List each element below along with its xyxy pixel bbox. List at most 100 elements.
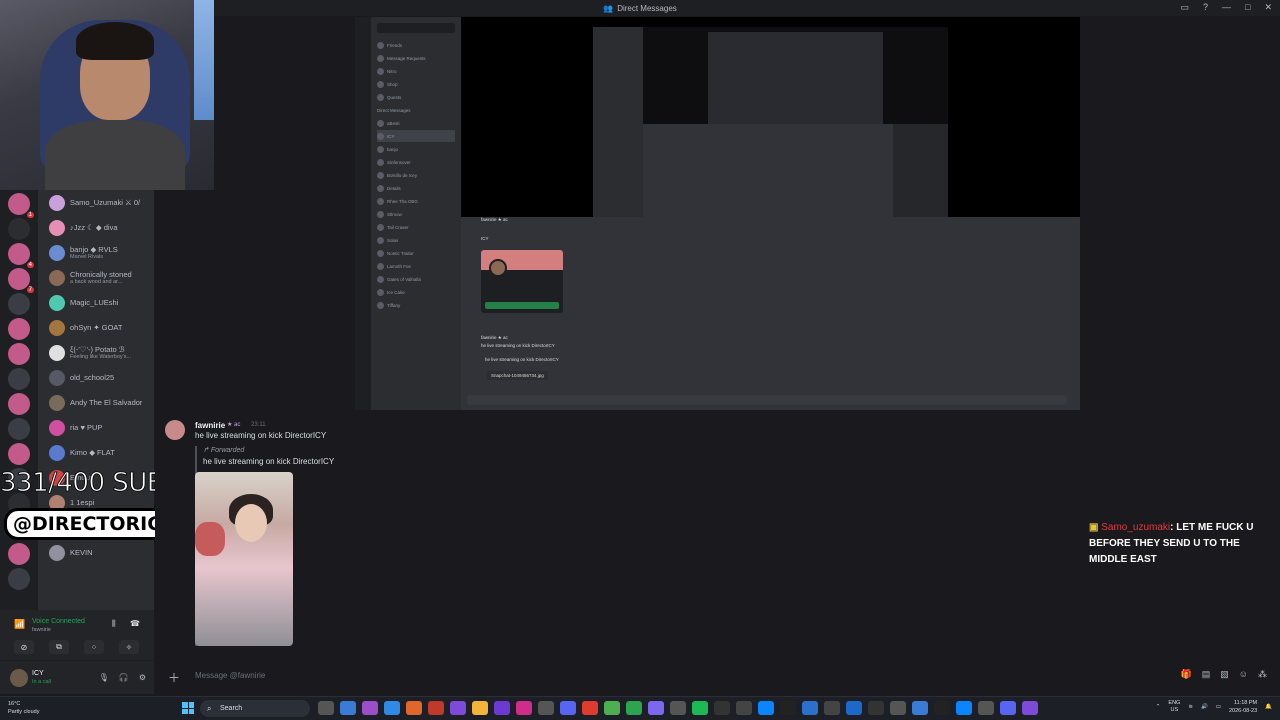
app-icon[interactable] [516,701,532,715]
app-icon[interactable] [824,701,840,715]
message-author[interactable]: fawnirie [195,421,225,430]
list-item[interactable]: Chronically stoned a back wood and ar... [38,265,154,290]
gif-icon[interactable]: ▤ [1202,669,1211,680]
app-icon[interactable] [956,701,972,715]
server-icon[interactable] [8,418,30,440]
app-icon[interactable] [428,701,444,715]
disconnect-icon[interactable]: ☎ [130,619,140,628]
forwarded-image[interactable] [195,472,293,646]
clock[interactable]: 11:18 PM 2026-08-23 [1229,699,1257,715]
app-icon[interactable] [802,701,818,715]
server-icon[interactable] [8,543,30,565]
message-composer[interactable]: ＋ Message @fawnirie 🎁 ▤ ▧ ☺ ⁂ [160,666,1275,688]
screen-share-icon[interactable]: ⧉ [49,640,69,654]
sticker-icon[interactable]: ▧ [1220,669,1229,680]
gift-icon[interactable]: 🎁 [1181,669,1192,680]
server-icon[interactable] [8,293,30,315]
camera-off-icon[interactable]: ⊘ [14,640,34,654]
app-icon[interactable] [692,701,708,715]
wifi-icon[interactable]: ≋ [1188,704,1193,710]
server-icon[interactable] [8,393,30,415]
volume-icon[interactable]: 🔊 [1201,704,1208,710]
maximize-button[interactable]: □ [1245,2,1250,13]
app-icon[interactable] [736,701,752,715]
app-icon[interactable] [978,701,994,715]
apps-icon[interactable]: ⁂ [1258,669,1267,680]
emoji-icon[interactable]: ☺ [1239,669,1248,680]
app-icon[interactable] [384,701,400,715]
server-icon[interactable] [8,343,30,365]
add-attachment-button[interactable]: ＋ [168,669,180,686]
mic-icon[interactable]: 🎙 [99,673,109,682]
list-item[interactable]: KEVIN [38,540,154,565]
settings-icon[interactable]: ⚙ [139,673,146,682]
webcam-overlay [0,0,214,190]
app-icon[interactable] [560,701,576,715]
help-icon[interactable]: ? [1203,2,1208,13]
inbox-icon[interactable]: ▭ [1180,2,1189,13]
soundboard-icon[interactable]: ✧ [119,640,139,654]
shared-row: Solas [377,234,455,246]
list-item[interactable]: Magic_LUEshi [38,290,154,315]
app-icon[interactable] [780,701,796,715]
list-item[interactable]: old_school25 [38,365,154,390]
avatar[interactable] [10,669,28,687]
battery-icon[interactable]: ▭ [1216,704,1221,710]
shared-dm-list: Friends Message Requests Nitro Shop Ques… [371,17,461,410]
app-icon[interactable] [912,701,928,715]
activities-icon[interactable]: ⁘ [84,640,104,654]
app-icon[interactable] [472,701,488,715]
app-icon[interactable] [538,701,554,715]
weather-widget[interactable]: 16°C Partly cloudy [8,700,40,716]
list-item[interactable]: Samo_Uzumaki ⚔ 0/ [38,190,154,215]
server-icon[interactable] [8,318,30,340]
app-icon[interactable] [626,701,642,715]
app-icon[interactable] [1000,701,1016,715]
server-icon[interactable]: 4 [8,243,34,268]
app-icon[interactable] [868,701,884,715]
app-icon[interactable] [1022,701,1038,715]
headphones-icon[interactable]: 🎧 [119,673,129,682]
voice-channel[interactable]: fawnirie [32,627,51,633]
list-item[interactable]: Andy The El Salvador [38,390,154,415]
lang-indicator[interactable]: ENG US [1168,700,1180,714]
app-icon[interactable] [758,701,774,715]
recursive-pane [893,124,948,217]
list-item[interactable]: ohSyn ✦ GOAT [38,315,154,340]
app-icon[interactable] [604,701,620,715]
app-icon[interactable] [582,701,598,715]
app-icon[interactable] [714,701,730,715]
taskbar-search[interactable]: ⌕ Search [200,700,310,717]
avatar [49,194,65,211]
chevron-up-icon[interactable]: ⌃ [1156,704,1161,710]
server-icon[interactable] [8,568,30,590]
server-icon[interactable] [8,368,30,390]
app-icon[interactable] [318,701,334,715]
server-icon[interactable]: 7 [8,268,34,293]
app-icon[interactable] [648,701,664,715]
app-icon[interactable] [340,701,356,715]
app-icon[interactable] [362,701,378,715]
app-icon[interactable] [406,701,422,715]
list-item[interactable]: ♪Jzz ☾ ◆ diva [38,215,154,240]
notification-icon[interactable]: 🔔 [1265,704,1272,710]
server-icon[interactable] [8,443,30,465]
message-input[interactable]: Message @fawnirie [195,671,265,680]
app-icon[interactable] [846,701,862,715]
list-item[interactable]: Kimo ◆ FLAT [38,440,154,465]
server-icon[interactable]: 1 [8,193,34,218]
close-button[interactable]: ✕ [1264,2,1272,13]
list-item[interactable]: ξ(-'♡'-) Potato ℬ Feeling like Waterboy's… [38,340,154,365]
server-icon[interactable] [8,218,30,240]
app-icon[interactable] [450,701,466,715]
list-item[interactable]: ria ♥ PUP [38,415,154,440]
start-button[interactable] [182,702,194,714]
noise-suppression-icon[interactable]: ⫼ [112,619,116,629]
list-item[interactable]: banjo ◆ RVLS Marvel Rivals [38,240,154,265]
minimize-button[interactable]: — [1222,2,1231,13]
app-icon[interactable] [890,701,906,715]
avatar[interactable] [165,420,185,440]
app-icon[interactable] [934,701,950,715]
app-icon[interactable] [670,701,686,715]
app-icon[interactable] [494,701,510,715]
